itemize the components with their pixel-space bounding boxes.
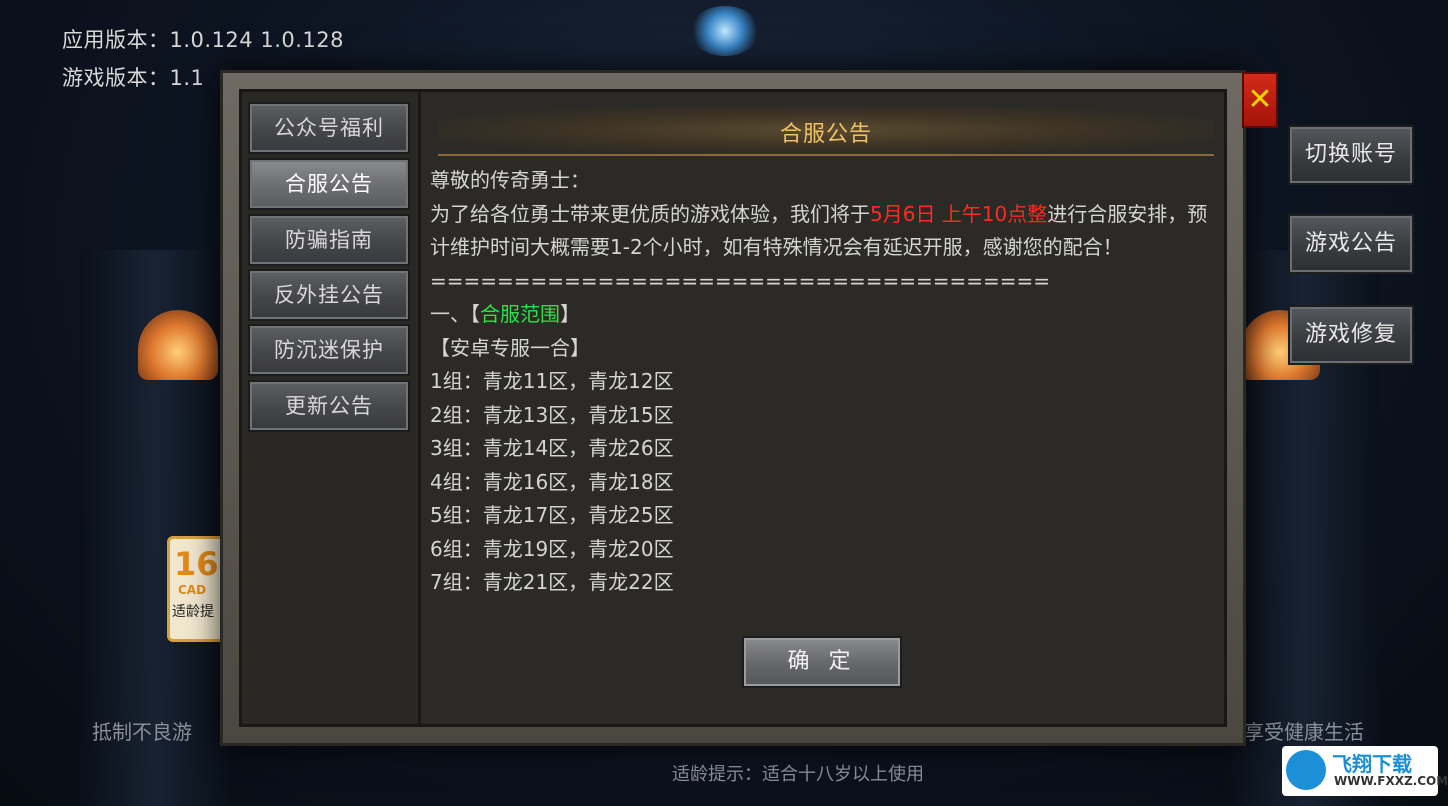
switch-account-button[interactable]: 切换账号 — [1288, 125, 1414, 185]
section-suffix: 】 — [560, 302, 580, 326]
group-line-3: 3组：青龙14区，青龙26区 — [430, 436, 674, 460]
notice-intro: 为了给各位勇士带来更优质的游戏体验，我们将于5月6日 上午10点整进行合服安排，… — [430, 198, 1214, 265]
group-line-7: 7组：青龙21区，青龙22区 — [430, 570, 674, 594]
dialog-nav: 公众号福利 合服公告 防骗指南 反外挂公告 防沉迷保护 更新公告 — [242, 92, 421, 724]
group-line-4: 4组：青龙16区，青龙18区 — [430, 469, 674, 494]
site-watermark: 飞翔下载 WWW.FXXZ.COM — [1282, 746, 1448, 796]
nav-tab-merge-notice[interactable]: 合服公告 — [248, 158, 410, 210]
notice-greeting: 尊敬的传奇勇士： — [430, 168, 590, 192]
dialog-body: 公众号福利 合服公告 防骗指南 反外挂公告 防沉迷保护 更新公告 合服公告 尊敬… — [239, 89, 1227, 727]
notice-intro-before: 为了给各位勇士带来更优质的游戏体验，我们将于 — [430, 201, 870, 226]
confirm-button[interactable]: 确 定 — [742, 636, 902, 688]
nav-tab-anti-fraud[interactable]: 防骗指南 — [248, 214, 410, 266]
watermark-logo-icon — [1286, 750, 1326, 790]
footer-right-notice: 享受健康生活 — [1244, 720, 1364, 744]
group-line-5: 5组：青龙17区，青龙25区 — [430, 503, 674, 527]
watermark-url: WWW.FXXZ.COM — [1334, 774, 1448, 788]
title-bar: 合服公告 — [438, 106, 1214, 156]
subsection-heading: 【安卓专服一合】 — [430, 335, 590, 360]
notice-text-area[interactable]: 尊敬的传奇勇士： 为了给各位勇士带来更优质的游戏体验，我们将于5月6日 上午10… — [430, 164, 1214, 624]
nav-tab-anti-addiction[interactable]: 防沉迷保护 — [248, 324, 410, 376]
game-notice-button[interactable]: 游戏公告 — [1288, 214, 1414, 274]
watermark-name: 飞翔下载 — [1332, 752, 1412, 776]
left-lamp-decoration — [138, 310, 218, 380]
footer-left-notice: 抵制不良游 — [92, 720, 192, 744]
nav-tab-update-notice[interactable]: 更新公告 — [248, 380, 410, 432]
section-title: 合服范围 — [480, 302, 560, 326]
age-tip-text: 适龄提示：适合十八岁以上使用 — [672, 764, 924, 785]
section-heading: 一、【合服范围】 — [430, 298, 1214, 332]
notice-divider: ===================================== — [430, 268, 1051, 293]
group-line-6: 6组：青龙19区，青龙20区 — [430, 536, 674, 561]
announcement-dialog: 公众号福利 合服公告 防骗指南 反外挂公告 防沉迷保护 更新公告 合服公告 尊敬… — [220, 70, 1246, 746]
nav-tab-wechat-benefits[interactable]: 公众号福利 — [248, 102, 410, 154]
group-line-1: 1组：青龙11区，青龙12区 — [430, 369, 674, 393]
close-icon[interactable]: ✕ — [1242, 72, 1278, 128]
top-glow-decoration — [690, 6, 760, 56]
dialog-content: 合服公告 尊敬的传奇勇士： 为了给各位勇士带来更优质的游戏体验，我们将于5月6日… — [428, 92, 1224, 724]
notice-date-highlight: 5月6日 上午10点整 — [870, 201, 1048, 226]
section-prefix: 一、【 — [430, 302, 480, 326]
game-repair-button[interactable]: 游戏修复 — [1288, 305, 1414, 365]
dialog-title: 合服公告 — [779, 122, 872, 147]
group-line-2: 2组：青龙13区，青龙15区 — [430, 402, 674, 427]
game-version-label: 游戏版本：1.1 — [62, 66, 205, 90]
nav-tab-anti-cheat[interactable]: 反外挂公告 — [248, 269, 410, 321]
app-version-label: 应用版本：1.0.124 1.0.128 — [62, 28, 344, 52]
